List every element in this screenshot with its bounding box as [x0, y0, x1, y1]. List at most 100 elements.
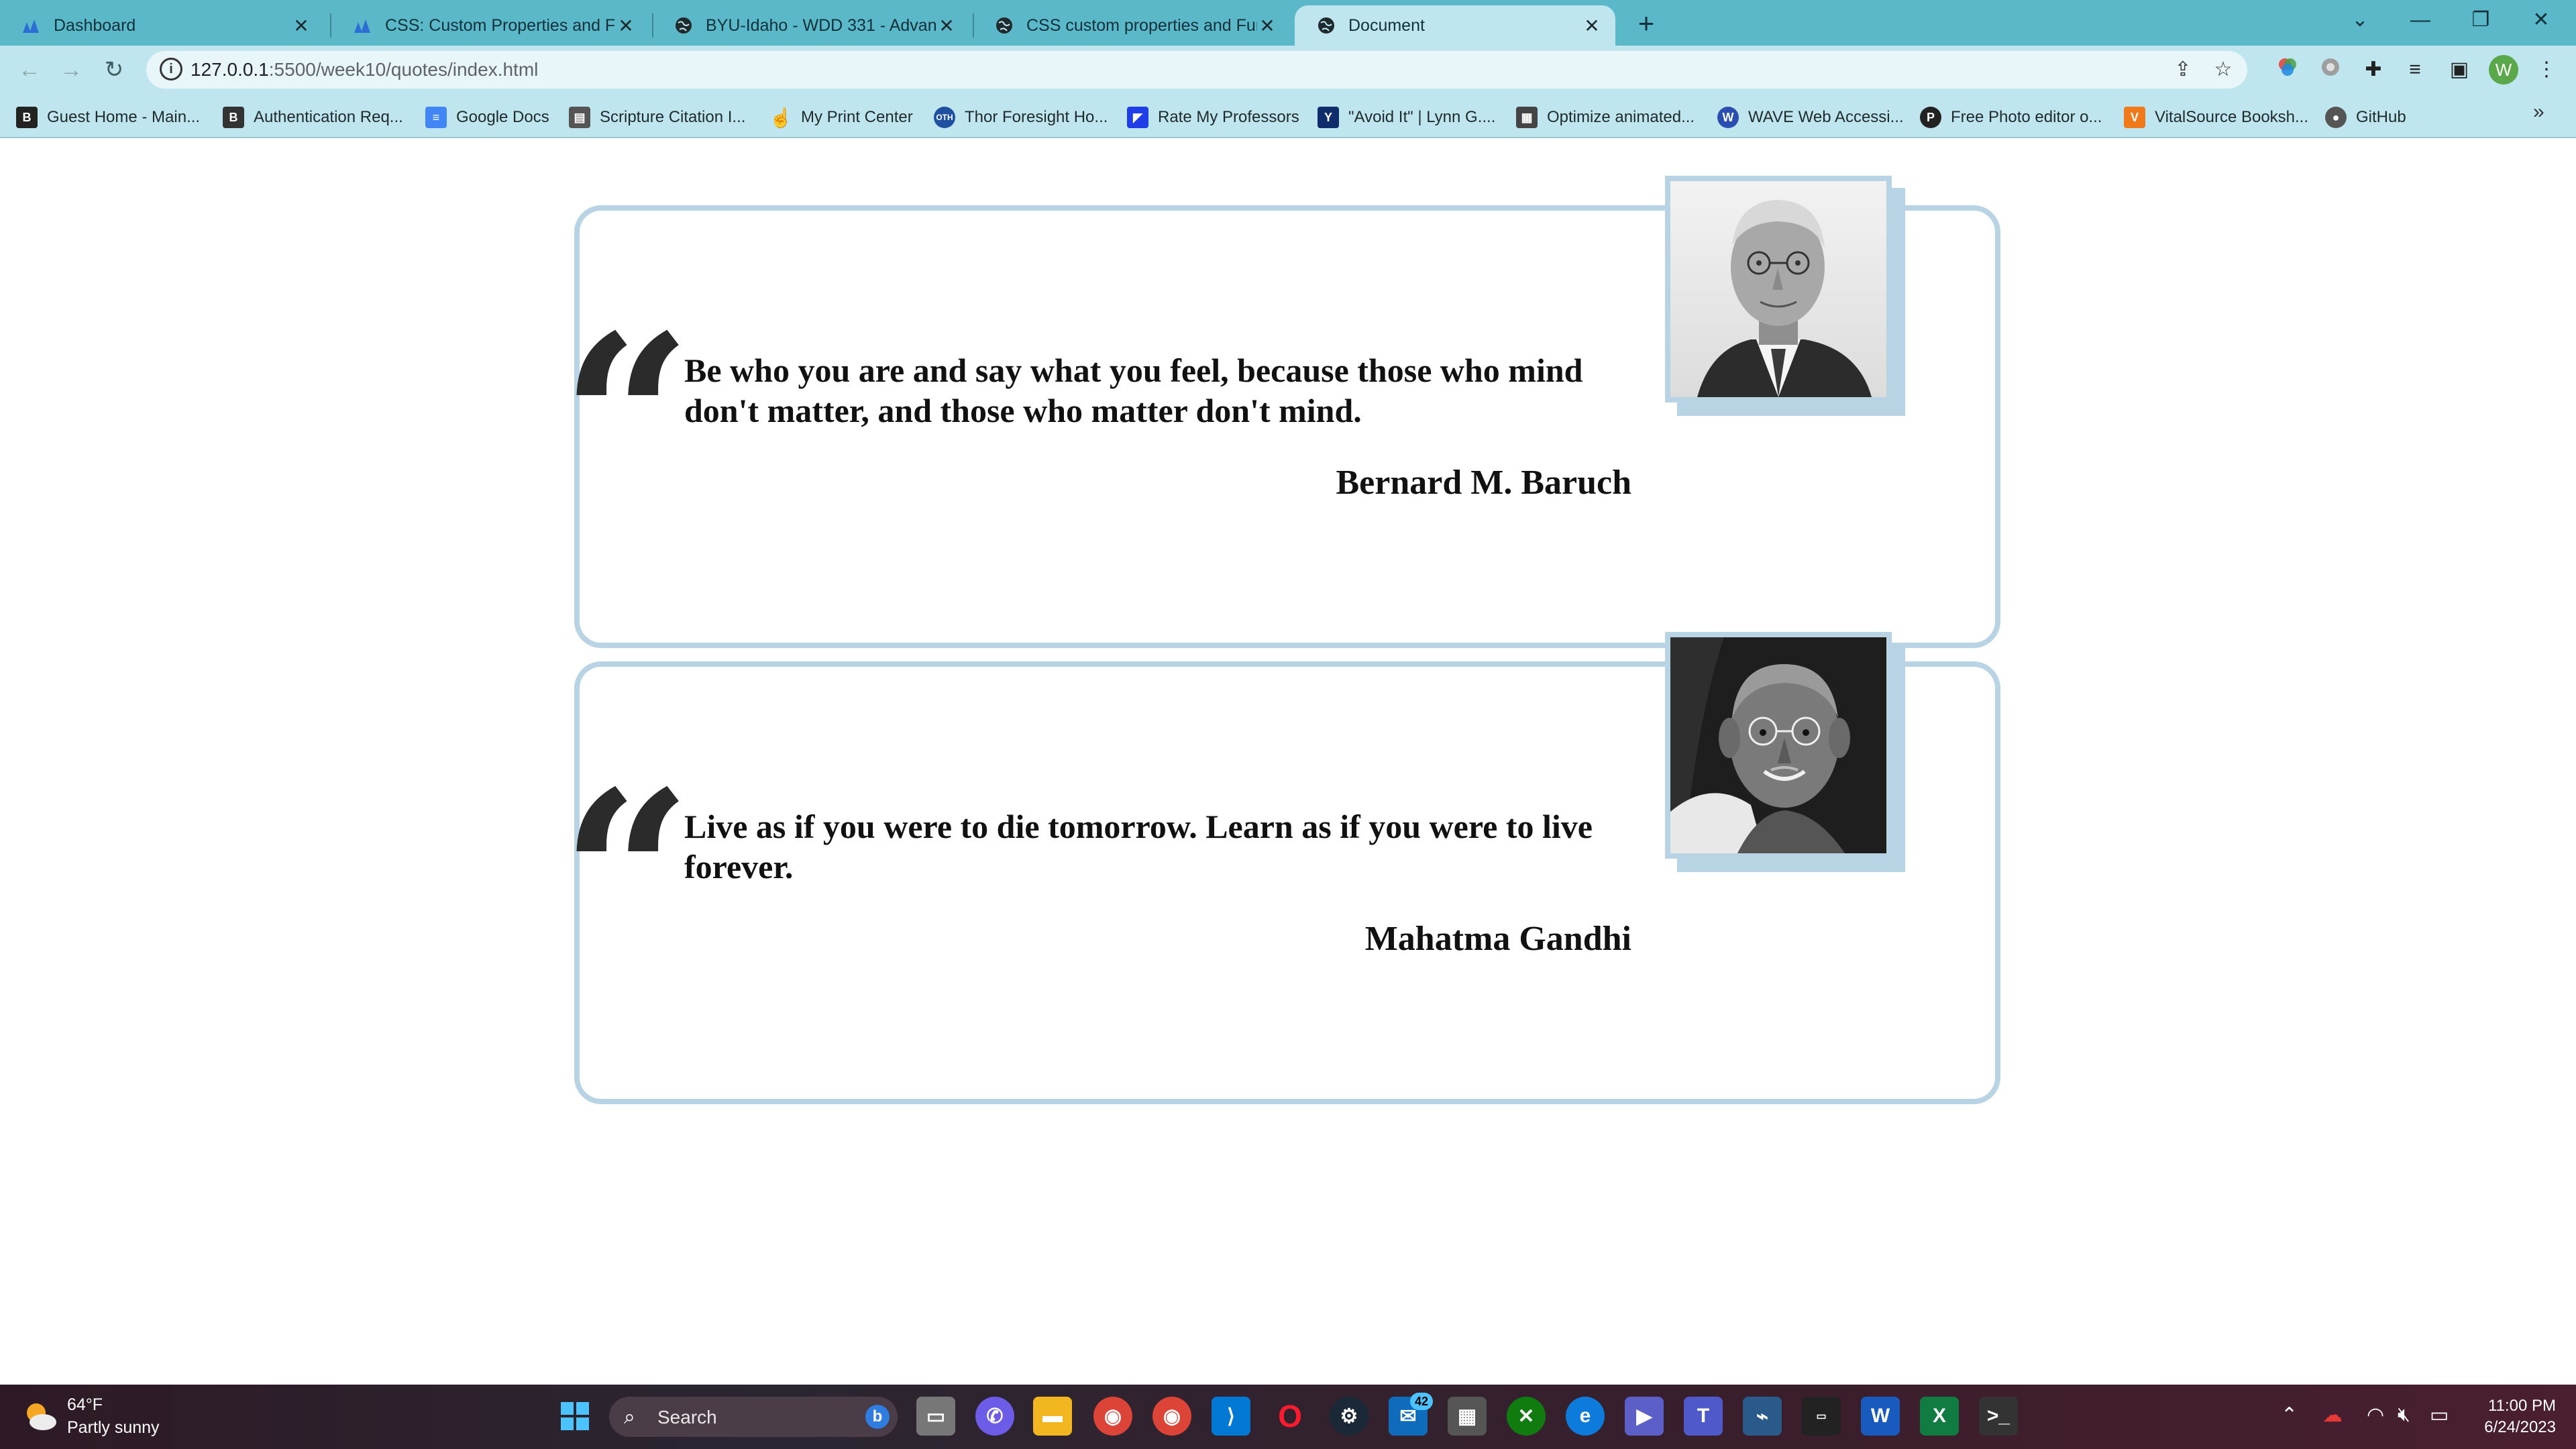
tab-css-custom-properties[interactable]: CSS: Custom Properties and Func ✕: [331, 5, 649, 46]
info-icon[interactable]: i: [160, 58, 182, 80]
bookmark-label: WAVE Web Accessi...: [1748, 108, 1904, 126]
bookmark-guest-home[interactable]: B Guest Home - Main...: [16, 102, 200, 133]
minimize-button[interactable]: —: [2394, 5, 2447, 39]
more-bookmarks-icon[interactable]: »: [2533, 101, 2544, 123]
hand-icon: ☝: [769, 107, 793, 128]
reading-list-icon[interactable]: ≡: [2402, 56, 2428, 83]
color-picker-extension-icon[interactable]: [2274, 56, 2301, 83]
edge-icon[interactable]: e: [1566, 1397, 1605, 1436]
xbox-icon[interactable]: ✕: [1507, 1397, 1546, 1436]
bookmark-my-print-center[interactable]: ☝ My Print Center: [769, 102, 913, 133]
bookmark-free-photo-editor[interactable]: P Free Photo editor o...: [1920, 102, 2102, 133]
volume-muted-icon[interactable]: 🔇︎: [2398, 1403, 2410, 1426]
vscode-icon[interactable]: ⟩: [1212, 1397, 1250, 1436]
bookmark-label: Thor Foresight Ho...: [965, 108, 1108, 126]
weather-temperature[interactable]: 64°F: [67, 1395, 103, 1415]
word-icon[interactable]: W: [1861, 1397, 1900, 1436]
bookmark-vitalsource[interactable]: V VitalSource Booksh...: [2124, 102, 2308, 133]
teams-chat-icon[interactable]: ✆: [975, 1397, 1014, 1436]
weather-description[interactable]: Partly sunny: [67, 1418, 160, 1438]
close-icon[interactable]: ✕: [616, 15, 636, 37]
close-icon[interactable]: ✕: [1582, 15, 1602, 37]
extension-icon[interactable]: [2317, 56, 2344, 83]
bookmark-label: Rate My Professors: [1158, 108, 1299, 126]
byu-icon: B: [223, 107, 244, 128]
rmp-icon: ◤: [1127, 107, 1148, 128]
tab-strip: Dashboard ✕ CSS: Custom Properties and F…: [0, 0, 2576, 46]
toolbar-divider: [0, 137, 2576, 138]
quote-mark-icon: “: [561, 742, 692, 1010]
bookmark-scripture-citation[interactable]: ▤ Scripture Citation I...: [569, 102, 745, 133]
battery-icon[interactable]: ▭: [2430, 1403, 2449, 1427]
forward-button[interactable]: →: [55, 54, 87, 86]
address-url[interactable]: 127.0.0.1:5500/week10/quotes/index.html: [191, 59, 538, 80]
chrome-profile-icon[interactable]: ◉: [1152, 1397, 1191, 1436]
taskbar-search-box[interactable]: ⌕ Search b: [609, 1397, 898, 1437]
bookmark-label: Guest Home - Main...: [47, 108, 201, 126]
reload-button[interactable]: ↻: [98, 54, 130, 86]
terminal-app-icon[interactable]: ▭: [1802, 1397, 1841, 1436]
bookmark-authentication[interactable]: B Authentication Req...: [223, 102, 403, 133]
task-view-icon[interactable]: ▭: [916, 1397, 955, 1436]
canvas-icon: [353, 15, 373, 36]
microsoft-store-icon[interactable]: ▦: [1448, 1397, 1487, 1436]
bookmark-label: Optimize animated...: [1547, 108, 1695, 126]
restore-button[interactable]: ❐: [2454, 5, 2508, 39]
chrome-icon[interactable]: ◉: [1093, 1397, 1132, 1436]
close-icon[interactable]: ✕: [936, 15, 957, 37]
tab-title: Dashboard: [54, 15, 136, 35]
share-icon[interactable]: ⇪: [2169, 56, 2196, 83]
bookmark-star-icon[interactable]: ☆: [2210, 56, 2237, 83]
bookmark-rate-my-professors[interactable]: ◤ Rate My Professors: [1127, 102, 1299, 133]
back-button[interactable]: ←: [13, 54, 46, 86]
wave-icon: W: [1717, 107, 1739, 128]
bookmark-github[interactable]: ● GitHub: [2325, 102, 2406, 133]
quote-author: Mahatma Gandhi: [1364, 920, 1631, 958]
bookmark-avoid-it[interactable]: Y "Avoid It" | Lynn G....: [1318, 102, 1495, 133]
extensions-puzzle-icon[interactable]: ✚: [2360, 56, 2387, 83]
close-icon[interactable]: ✕: [1257, 15, 1277, 37]
chevron-up-icon[interactable]: ⌃: [2281, 1403, 2298, 1427]
bookmark-label: GitHub: [2356, 108, 2406, 126]
excel-icon[interactable]: X: [1920, 1397, 1959, 1436]
bookmark-thor-foresight[interactable]: OTH Thor Foresight Ho...: [934, 102, 1108, 133]
menu-kebab-icon[interactable]: ⋮: [2533, 56, 2560, 83]
bookmark-label: VitalSource Booksh...: [2155, 108, 2309, 126]
bookmark-label: "Avoid It" | Lynn G....: [1348, 108, 1496, 126]
media-player-icon[interactable]: ▶: [1625, 1397, 1664, 1436]
file-explorer-icon[interactable]: ▬: [1033, 1397, 1072, 1436]
tab-title: CSS: Custom Properties and Func: [385, 15, 616, 35]
quote-author: Bernard M. Baruch: [1336, 464, 1631, 502]
opera-icon[interactable]: O: [1271, 1397, 1309, 1436]
close-window-button[interactable]: ✕: [2514, 5, 2568, 39]
scripture-icon: ▤: [569, 107, 590, 128]
bookmark-label: Authentication Req...: [254, 108, 403, 126]
bookmark-label: Scripture Citation I...: [600, 108, 746, 126]
new-tab-button[interactable]: +: [1631, 9, 1661, 39]
taskbar-clock[interactable]: 11:00 PM 6/24/2023: [2469, 1395, 2556, 1438]
steam-icon[interactable]: ⚙: [1330, 1397, 1368, 1436]
close-icon[interactable]: ✕: [291, 15, 311, 37]
tab-css-custom-properties-mdn[interactable]: CSS custom properties and Funct ✕: [973, 5, 1291, 46]
globe-icon: [994, 15, 1014, 36]
wifi-icon[interactable]: ◠: [2367, 1403, 2384, 1427]
address-bar[interactable]: i 127.0.0.1:5500/week10/quotes/index.htm…: [146, 51, 2247, 89]
side-panel-icon[interactable]: ▣: [2446, 56, 2473, 83]
mysql-workbench-icon[interactable]: ⌁: [1743, 1397, 1782, 1436]
onedrive-icon[interactable]: ☁: [2322, 1403, 2343, 1427]
bookmark-wave[interactable]: W WAVE Web Accessi...: [1717, 102, 1904, 133]
tab-document[interactable]: Document ✕: [1295, 5, 1615, 46]
weather-partly-sunny-icon[interactable]: [20, 1397, 60, 1437]
tab-search-icon[interactable]: ⌄: [2333, 5, 2387, 39]
tab-byu-idaho[interactable]: BYU-Idaho - WDD 331 - Advance ✕: [652, 5, 970, 46]
windows-start-icon[interactable]: [555, 1397, 594, 1436]
bookmark-label: Google Docs: [456, 108, 549, 126]
teams-icon[interactable]: T: [1684, 1397, 1723, 1436]
bookmark-google-docs[interactable]: ≡ Google Docs: [425, 102, 549, 133]
windows-terminal-icon[interactable]: >_: [1979, 1397, 2018, 1436]
bookmark-optimize-animated[interactable]: ▦ Optimize animated...: [1516, 102, 1695, 133]
bing-icon[interactable]: b: [865, 1405, 890, 1429]
tab-dashboard[interactable]: Dashboard ✕: [0, 5, 325, 46]
profile-avatar[interactable]: W: [2489, 55, 2518, 85]
mail-icon[interactable]: ✉ 42: [1389, 1393, 1433, 1436]
